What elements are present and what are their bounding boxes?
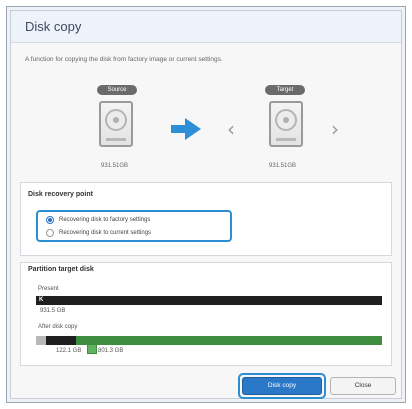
option-factory-label: Recovering disk to factory settings bbox=[59, 217, 151, 223]
source-size: 931.51GB bbox=[101, 163, 129, 169]
radio-factory[interactable] bbox=[46, 216, 54, 224]
arrow-right-icon bbox=[171, 118, 201, 140]
window-title: Disk copy bbox=[11, 11, 401, 43]
target-size: 931.51GB bbox=[269, 163, 297, 169]
present-drive-letter: K bbox=[39, 297, 44, 303]
present-bar: K bbox=[36, 296, 382, 305]
target-badge: Target bbox=[265, 85, 305, 95]
partition-resize-handle[interactable] bbox=[87, 344, 97, 354]
present-label: Present bbox=[38, 286, 59, 292]
partition-d-size: 801.3 GB bbox=[98, 348, 124, 354]
option-current[interactable]: Recovering disk to current settings bbox=[46, 229, 151, 237]
disk-copy-visual: Source 931.51GB ‹ › Target 931.51GB bbox=[11, 73, 403, 183]
present-size: 931.5 GB bbox=[40, 308, 66, 314]
after-label: After disk copy bbox=[38, 324, 78, 330]
option-current-label: Recovering disk to current settings bbox=[59, 230, 152, 236]
disk-copy-button[interactable]: Disk copy bbox=[242, 377, 322, 395]
target-disk-icon bbox=[269, 101, 303, 147]
description-text: A function for copying the disk from fac… bbox=[25, 56, 223, 63]
recovery-title: Disk recovery point bbox=[28, 191, 93, 198]
option-factory[interactable]: Recovering disk to factory settings bbox=[46, 216, 150, 224]
recovery-options: Recovering disk to factory settings Reco… bbox=[36, 210, 232, 242]
close-button[interactable]: Close bbox=[330, 377, 396, 395]
chevron-right-icon[interactable]: › bbox=[331, 117, 339, 141]
partition-c-size: 122.1 GB bbox=[56, 348, 82, 354]
chevron-left-icon[interactable]: ‹ bbox=[227, 117, 235, 141]
partition-title: Partition target disk bbox=[28, 266, 94, 273]
source-badge: Source bbox=[97, 85, 137, 95]
radio-current[interactable] bbox=[46, 229, 54, 237]
source-disk-icon bbox=[99, 101, 133, 147]
unallocated-segment bbox=[36, 336, 46, 345]
